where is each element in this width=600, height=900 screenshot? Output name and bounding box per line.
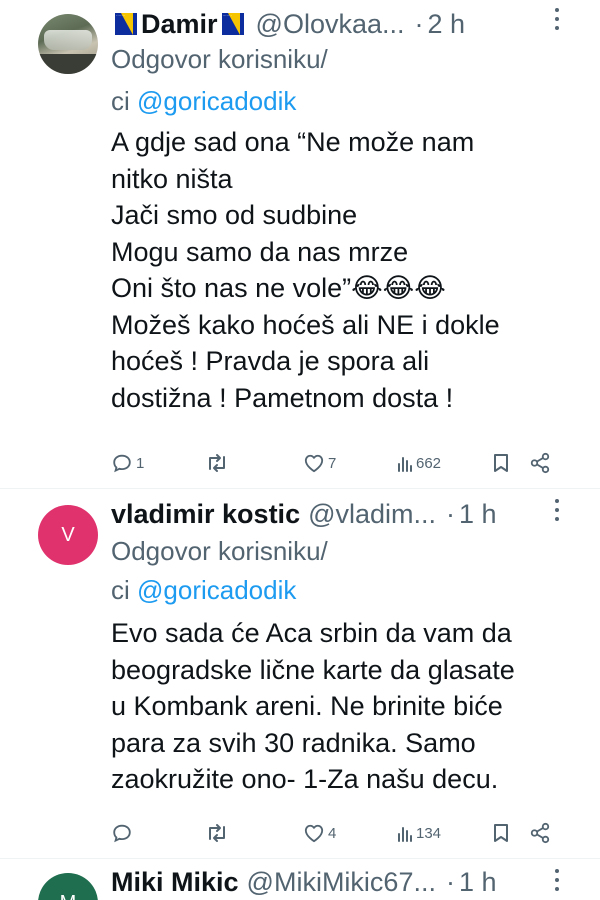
display-name[interactable]: Miki Mikic — [111, 867, 239, 898]
tweet-text: A gdje sad ona “Ne može nam nitko ništa … — [111, 127, 500, 413]
views-icon — [398, 457, 412, 472]
views-count: 134 — [416, 824, 442, 842]
reply-mention-link[interactable]: @goricadodik — [137, 575, 296, 605]
reply-context: Odgovor korisniku/ — [111, 536, 328, 567]
separator-dot: · — [446, 498, 456, 529]
tweet-3[interactable]: M Miki Mikic @MikiMikic67... · 1 h — [0, 859, 600, 900]
bookmark-icon — [494, 824, 508, 842]
reply-count: 1 — [136, 454, 145, 472]
bookmark-icon — [494, 454, 508, 472]
avatar[interactable]: M — [38, 873, 98, 900]
timestamp[interactable]: 1 h — [459, 867, 497, 898]
display-name[interactable]: vladimir kostic — [111, 499, 300, 530]
separator-dot: · — [414, 8, 424, 39]
like-count: 7 — [328, 454, 337, 472]
avatar[interactable] — [38, 14, 98, 74]
tweet-2[interactable]: V vladimir kostic @vladim... · 1 h Odgov… — [0, 489, 600, 858]
tweet-actions: 1 7 662 — [111, 450, 561, 476]
reply-ci: ci — [111, 86, 130, 116]
heart-icon — [304, 824, 324, 843]
user-handle[interactable]: @MikiMikic67... — [247, 867, 436, 898]
like-button[interactable]: 7 — [303, 450, 336, 476]
heart-icon — [304, 454, 324, 473]
reply-ci: ci — [111, 575, 130, 605]
user-handle[interactable]: @Olovkaa... — [256, 9, 405, 40]
avatar-letter: M — [60, 892, 77, 900]
avatar[interactable]: V — [38, 505, 98, 565]
separator-dot: · — [445, 866, 455, 897]
display-name[interactable]: Damir — [141, 9, 218, 40]
more-icon[interactable] — [554, 499, 560, 521]
views-button[interactable]: 662 — [397, 450, 441, 476]
like-button[interactable]: 4 — [303, 820, 336, 846]
reply-mention-link[interactable]: @goricadodik — [137, 86, 296, 116]
tweet-header: Miki Mikic @MikiMikic67... · 1 h — [111, 864, 600, 900]
bookmark-button[interactable] — [491, 820, 511, 846]
reply-icon — [113, 454, 131, 473]
tweet-header: ······· Damir ······· @Olovkaa... · 2 h — [111, 6, 600, 42]
reply-button[interactable] — [111, 820, 133, 846]
tweet-actions: 4 134 — [111, 820, 561, 846]
reply-prefix: Odgovor korisniku/ — [111, 44, 328, 74]
retweet-icon — [209, 824, 225, 842]
tweet-text: Evo sada će Aca srbin da vam da beograds… — [111, 618, 515, 794]
reply-prefix: Odgovor korisniku/ — [111, 536, 328, 566]
more-icon[interactable] — [554, 869, 560, 891]
like-count: 4 — [328, 824, 337, 842]
views-icon — [398, 827, 412, 842]
share-icon — [530, 452, 550, 474]
retweet-button[interactable] — [205, 820, 229, 846]
bookmark-button[interactable] — [491, 450, 511, 476]
share-button[interactable] — [529, 450, 551, 476]
bosnia-flag-icon: ······· — [221, 13, 244, 35]
tweet-1[interactable]: ······· Damir ······· @Olovkaa... · 2 h … — [0, 0, 600, 488]
avatar-letter: V — [61, 523, 75, 546]
share-icon — [530, 822, 550, 844]
views-button[interactable]: 134 — [397, 820, 441, 846]
retweet-icon — [209, 454, 225, 472]
tweet-header: vladimir kostic @vladim... · 1 h — [111, 496, 600, 532]
reply-context-line2: ci @goricadodik — [111, 86, 296, 117]
user-handle[interactable]: @vladim... — [308, 499, 436, 530]
retweet-button[interactable] — [205, 450, 229, 476]
reply-context: Odgovor korisniku/ — [111, 44, 328, 75]
share-button[interactable] — [529, 820, 551, 846]
reply-context-line2: ci @goricadodik — [111, 575, 296, 606]
views-count: 662 — [416, 454, 442, 472]
bosnia-flag-icon: ······· — [115, 13, 137, 35]
more-icon[interactable] — [554, 8, 560, 30]
timestamp[interactable]: 2 h — [428, 9, 466, 40]
reply-icon — [113, 824, 131, 843]
reply-button[interactable]: 1 — [111, 450, 144, 476]
timestamp[interactable]: 1 h — [459, 499, 497, 530]
